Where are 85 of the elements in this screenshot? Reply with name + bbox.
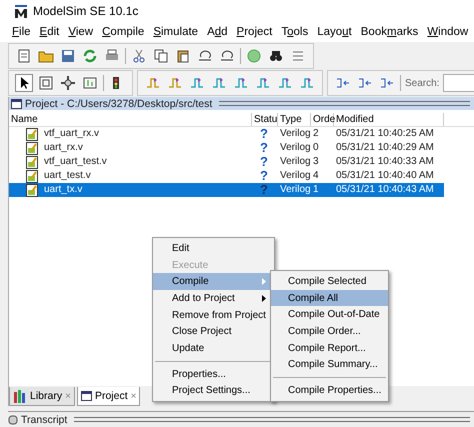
menu-item[interactable]: Edit [40, 26, 60, 38]
books-icon [13, 390, 27, 402]
file-name: uart_test.v [43, 169, 91, 183]
modified-cell-text: 05/31/21 10:40:33 AM [335, 155, 435, 169]
file-icon [26, 170, 38, 182]
panel-icon [8, 414, 18, 424]
column-header[interactable]: Statu [252, 113, 278, 126]
file-name: vtf_uart_test.v [43, 155, 107, 169]
status-icon: ? [252, 183, 278, 197]
file-row[interactable]: vtf_uart_test.v ? Verilog 3 05/31/21 10:40:33 AM [9, 155, 444, 169]
modified-cell-text: 05/31/21 10:40:29 AM [335, 141, 435, 155]
order-cell-text: 4 [312, 169, 320, 183]
app-logo-icon [14, 4, 28, 18]
menu-item[interactable]: Edit [153, 240, 274, 257]
status-icon: ? [252, 141, 278, 155]
file-icon [26, 128, 38, 140]
order-cell-text: 0 [312, 141, 320, 155]
menu-item[interactable]: Tools [281, 26, 308, 38]
modified-cell-text: 05/31/21 10:40:25 AM [335, 127, 435, 141]
menu-item[interactable]: Compile Summary... [271, 356, 388, 374]
status-icon: ? [252, 155, 278, 169]
panel-icon [80, 391, 92, 401]
file-row[interactable]: uart_test.v ? Verilog 4 05/31/21 10:40:40 AM [9, 169, 444, 183]
move-icon[interactable] [59, 74, 77, 92]
menu-item[interactable]: Compile Out-of-Date [271, 306, 388, 324]
file-row[interactable]: vtf_uart_rx.v ? Verilog 2 05/31/21 10:40:25 AM [9, 127, 444, 141]
order-cell-text: 3 [312, 155, 320, 169]
menu-item[interactable]: Compile Selected [271, 273, 388, 290]
column-header[interactable]: Orde [311, 113, 334, 126]
menu-item[interactable]: Close Project [153, 323, 274, 340]
file-icon [26, 142, 38, 154]
copy-icon[interactable] [152, 47, 170, 65]
menu-item[interactable]: Compile [102, 26, 144, 38]
submenu-arrow-icon [262, 294, 266, 302]
menu-item[interactable]: Project Settings... [153, 382, 274, 400]
submenu-arrow-icon [262, 278, 266, 286]
menu-item[interactable]: Bookmarks [360, 26, 418, 38]
file-name: uart_rx.v [43, 141, 83, 155]
pointer-icon[interactable] [15, 74, 33, 92]
type-cell-text: Verilog [279, 127, 311, 141]
menu-item[interactable]: Layout [317, 26, 352, 38]
panel-title: Project - C:/Users/3278/Desktop/src/test [25, 98, 212, 110]
status-icon: ? [252, 127, 278, 141]
type-cell-text: Verilog [279, 155, 311, 169]
order-cell-text: 2 [312, 127, 320, 141]
modified-cell-text: 05/31/21 10:40:43 AM [335, 183, 435, 197]
type-cell-text: Verilog [279, 169, 311, 183]
menu-item[interactable]: Remove from Project [153, 306, 274, 324]
menu-item[interactable]: File [12, 26, 31, 38]
menu-item[interactable]: Add to Project [153, 290, 274, 307]
menu-item[interactable]: View [68, 26, 94, 38]
menu-item[interactable]: Update [153, 340, 274, 357]
menu-item[interactable]: Compile Order... [271, 323, 388, 340]
panel-tab[interactable]: Library × [9, 387, 75, 406]
file-icon [26, 184, 38, 196]
file-name: vtf_uart_rx.v [43, 127, 100, 141]
column-header[interactable]: Modified [334, 113, 444, 126]
panel-title: Transcript [21, 414, 68, 426]
panel-tab[interactable]: Project × [76, 387, 140, 406]
save-icon[interactable] [59, 47, 77, 65]
close-icon[interactable]: × [130, 390, 136, 402]
menu-item[interactable]: Simulate [153, 26, 198, 38]
menu-item[interactable]: Compile Report... [271, 340, 388, 356]
column-header[interactable]: Name [9, 113, 252, 126]
search-field[interactable] [443, 74, 474, 92]
file-row[interactable]: uart_tx.v ? Verilog 1 05/31/21 10:40:43 AM [9, 183, 444, 197]
menu-item[interactable]: Compile Properties... [271, 382, 388, 399]
refresh-icon[interactable] [81, 47, 99, 65]
type-cell-text: Verilog [279, 141, 311, 155]
search-label: Search: [405, 78, 440, 88]
zoom-icon[interactable] [37, 74, 55, 92]
file-icon [26, 156, 38, 168]
modified-cell-text: 05/31/21 10:40:40 AM [335, 169, 435, 183]
type-cell-text: Verilog [279, 183, 311, 197]
menu-item[interactable]: Properties... [153, 366, 274, 382]
menu-item[interactable]: Window [427, 26, 468, 38]
order-cell-text: 1 [312, 183, 320, 197]
status-icon: ? [252, 169, 278, 183]
file-name: uart_tx.v [43, 183, 82, 197]
column-header[interactable]: Type [278, 113, 311, 126]
menu-item[interactable]: Add [207, 26, 228, 38]
menu-item[interactable]: Project [236, 26, 272, 38]
file-row[interactable]: uart_rx.v ? Verilog 0 05/31/21 10:40:29 AM [9, 141, 444, 155]
menu-item[interactable]: Compile All [271, 290, 388, 306]
window-title: ModelSim SE 10.1c [33, 4, 138, 18]
